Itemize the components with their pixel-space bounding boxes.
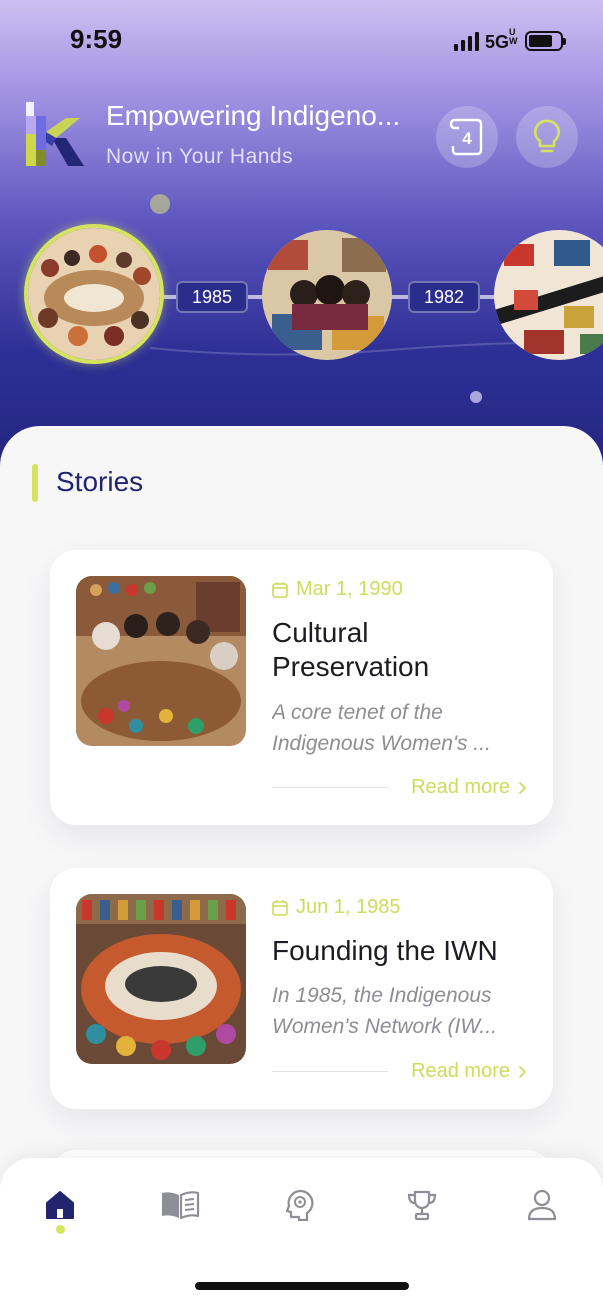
scroll-badge-icon: 4 (449, 118, 483, 156)
chevron-right-icon (519, 781, 526, 794)
app-logo[interactable] (26, 102, 84, 166)
home-icon (46, 1191, 74, 1219)
nav-profile[interactable] (512, 1180, 572, 1230)
lightbulb-icon (534, 119, 560, 153)
timeline-year: 1985 (176, 281, 249, 313)
timeline-year: 1982 (408, 281, 481, 313)
decor-dot (470, 391, 482, 403)
story-date: Jun 1, 1985 (272, 896, 401, 919)
profile-icon (527, 1189, 557, 1221)
page-subtitle: Now in Your Hands (106, 145, 294, 168)
story-title-line: Preservation (272, 651, 430, 682)
progress-badge-button[interactable]: 4 (436, 106, 498, 168)
badge-count: 4 (462, 129, 472, 148)
story-date-text: Jun 1, 1985 (296, 896, 401, 918)
brain-icon (285, 1189, 314, 1221)
story-card[interactable]: Mar 1, 1990 Cultural Preservation A core… (50, 550, 553, 825)
read-more-link[interactable]: Read more (411, 1060, 527, 1083)
network-label: 5GUW (484, 27, 518, 53)
story-excerpt: A core tenet of the Indigenous Women's .… (272, 697, 532, 759)
nav-home[interactable] (30, 1180, 90, 1230)
story-excerpt-line: Indigenous Women's ... (272, 732, 491, 755)
story-title-line: Cultural (272, 617, 369, 648)
story-date: Mar 1, 1990 (272, 578, 403, 601)
timeline-image (262, 230, 392, 360)
story-image (76, 894, 246, 1064)
status-time: 9:59 (70, 24, 123, 54)
read-more-label: Read more (411, 1060, 510, 1082)
bottom-nav (0, 1158, 603, 1304)
story-image (76, 576, 246, 746)
trophy-icon (407, 1190, 437, 1221)
section-title: Stories (56, 466, 144, 497)
story-date-text: Mar 1, 1990 (296, 578, 403, 600)
timeline-item-2[interactable] (262, 230, 392, 360)
story-card[interactable]: Jun 1, 1985 Founding the IWN In 1985, th… (50, 868, 553, 1109)
calendar-icon (272, 900, 288, 916)
nav-active-indicator (56, 1225, 65, 1234)
decor-dot (150, 194, 170, 214)
signal-icon (453, 31, 479, 51)
timeline-item-3[interactable] (494, 230, 603, 360)
ideas-button[interactable] (516, 106, 578, 168)
story-excerpt: In 1985, the Indigenous Women's Network … (272, 980, 532, 1042)
read-more-link[interactable]: Read more (411, 776, 527, 799)
divider (272, 1071, 388, 1072)
timeline-item-1[interactable] (24, 224, 164, 364)
story-excerpt-line: Women's Network (IW... (272, 1015, 497, 1038)
read-more-label: Read more (411, 776, 510, 798)
calendar-icon (272, 582, 288, 598)
book-icon (162, 1191, 200, 1220)
section-accent-bar (32, 464, 38, 502)
story-title: Cultural Preservation (272, 616, 542, 684)
chevron-right-icon (519, 1065, 526, 1078)
battery-icon (525, 30, 566, 51)
timeline-image (494, 230, 603, 360)
nav-library[interactable] (150, 1180, 210, 1230)
page-title: Empowering Indigeno... (106, 100, 401, 131)
status-indicators: 5GUW (453, 27, 566, 53)
status-bar: 9:59 5GUW (0, 0, 603, 80)
timeline: 1985 1982 (0, 222, 603, 372)
home-indicator[interactable] (195, 1282, 409, 1290)
story-title: Founding the IWN (272, 934, 552, 968)
nav-achievements[interactable] (392, 1180, 452, 1230)
divider (272, 787, 388, 788)
story-excerpt-line: A core tenet of the (272, 701, 443, 724)
story-title-line: Founding the IWN (272, 935, 498, 966)
timeline-image (28, 228, 160, 360)
nav-learn[interactable] (270, 1180, 330, 1230)
story-excerpt-line: In 1985, the Indigenous (272, 984, 492, 1007)
